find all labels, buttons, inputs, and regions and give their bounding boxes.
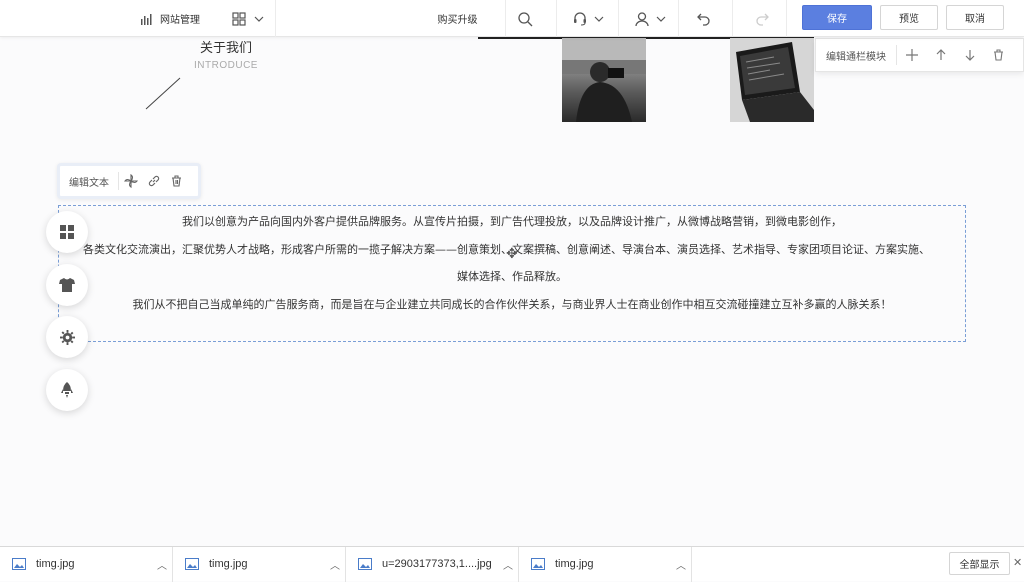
text-toolbar: 编辑文本	[57, 163, 201, 199]
cancel-button[interactable]: 取消	[946, 5, 1004, 30]
add-module-button[interactable]	[897, 49, 926, 61]
download-item[interactable]: timg.jpg ︿	[519, 546, 692, 582]
site-manage-label: 网站管理	[160, 15, 200, 26]
search-icon	[518, 11, 533, 26]
redo-button[interactable]	[742, 0, 782, 37]
plus-icon	[905, 49, 918, 61]
gear-icon	[59, 329, 75, 345]
chevron-up-icon[interactable]: ︿	[498, 557, 518, 572]
photographer-image[interactable]	[562, 38, 646, 122]
rocket-icon	[61, 382, 73, 398]
redo-icon	[756, 13, 769, 26]
publish-button[interactable]	[46, 369, 88, 411]
close-icon[interactable]: ✕	[1013, 556, 1022, 569]
toolbar-divider	[786, 0, 787, 37]
link-icon	[148, 175, 159, 187]
image-file-icon	[12, 558, 26, 570]
download-filename: timg.jpg	[209, 558, 248, 570]
chevron-up-icon[interactable]: ︿	[671, 557, 691, 572]
image-file-icon	[531, 558, 545, 570]
toolbar-divider	[678, 0, 679, 37]
chevron-down-icon	[594, 16, 603, 22]
toolbar-divider	[275, 0, 276, 37]
user-menu-button[interactable]	[622, 0, 677, 37]
link-button[interactable]	[142, 174, 165, 188]
settings-button[interactable]	[46, 316, 88, 358]
delete-module-button[interactable]	[984, 49, 1013, 61]
headset-icon	[573, 11, 586, 26]
laptop-image[interactable]	[730, 38, 814, 122]
delete-text-button[interactable]	[165, 175, 188, 187]
modules-button[interactable]	[46, 211, 88, 253]
download-filename: timg.jpg	[555, 558, 594, 570]
move-up-button[interactable]	[926, 49, 955, 61]
trash-icon	[994, 49, 1003, 61]
laptop-silhouette	[730, 38, 814, 122]
move-cursor-icon: ✥	[506, 246, 518, 262]
undo-icon	[697, 13, 710, 26]
trash-icon	[172, 175, 181, 187]
undo-button[interactable]	[684, 0, 724, 37]
theme-button[interactable]	[46, 264, 88, 306]
tshirt-icon	[59, 278, 75, 292]
pinwheel-icon	[123, 174, 138, 188]
module-toolbar: 编辑通栏模块	[815, 38, 1024, 72]
edit-module-button[interactable]: 编辑通栏模块	[816, 45, 897, 65]
customer-service-button[interactable]	[560, 0, 615, 37]
site-manage-button[interactable]: 网站管理	[120, 0, 220, 37]
toolbar-divider	[732, 0, 733, 37]
chevron-up-icon[interactable]: ︿	[325, 557, 345, 572]
paragraph-4: 我们从不把自己当成单纯的广告服务商，而是旨在与企业建立共同成长的合作伙伴关系，与…	[132, 298, 892, 311]
bar-chart-icon	[141, 13, 152, 25]
edit-text-button[interactable]: 编辑文本	[60, 172, 119, 190]
search-button[interactable]	[505, 0, 545, 37]
image-file-icon	[185, 558, 199, 570]
download-filename: timg.jpg	[36, 558, 75, 570]
preview-button[interactable]: 预览	[880, 5, 938, 30]
paragraph-1: 我们以创意为产品向国内外客户提供品牌服务。从宣传片拍摄，到广告代理投放，以及品牌…	[182, 215, 842, 228]
top-toolbar: 网站管理 购买升级 保存 预览 取消	[0, 0, 1024, 37]
image-file-icon	[358, 558, 372, 570]
about-title[interactable]: 关于我们	[186, 37, 266, 56]
toolbar-divider	[556, 0, 557, 37]
chevron-down-icon	[656, 16, 665, 22]
animation-button[interactable]	[119, 174, 142, 188]
about-subtitle[interactable]: INTRODUCE	[186, 60, 266, 71]
paragraph-2: 各类文化交流演出，汇聚优势人才战略，形成客户所需的一揽子解决方案——创意策划、文…	[83, 243, 930, 256]
upgrade-button[interactable]: 购买升级	[410, 0, 505, 37]
user-icon	[634, 11, 649, 26]
arrow-down-icon	[965, 50, 974, 61]
chevron-down-icon	[254, 16, 264, 22]
photographer-silhouette	[562, 38, 646, 122]
layout-switch-button[interactable]	[224, 0, 272, 37]
download-bar: timg.jpg ︿ timg.jpg ︿ u=2903177373,1....…	[0, 546, 1024, 582]
toolbar-divider	[618, 0, 619, 37]
arrow-up-icon	[936, 49, 945, 60]
grid-icon	[60, 225, 74, 239]
grid-icon	[232, 11, 246, 26]
paragraph-3: 媒体选择、作品释放。	[457, 270, 567, 283]
download-item[interactable]: timg.jpg ︿	[173, 546, 346, 582]
decorative-line	[145, 77, 181, 110]
text-block[interactable]: 我们以创意为产品向国内外客户提供品牌服务。从宣传片拍摄，到广告代理投放，以及品牌…	[58, 205, 966, 342]
download-item[interactable]: u=2903177373,1....jpg ︿	[346, 546, 519, 582]
download-item[interactable]: timg.jpg ︿	[0, 546, 173, 582]
chevron-up-icon[interactable]: ︿	[152, 557, 172, 572]
save-button[interactable]: 保存	[802, 5, 872, 30]
download-filename: u=2903177373,1....jpg	[382, 558, 492, 570]
move-down-button[interactable]	[955, 49, 984, 61]
show-all-downloads-button[interactable]: 全部显示	[949, 552, 1010, 575]
